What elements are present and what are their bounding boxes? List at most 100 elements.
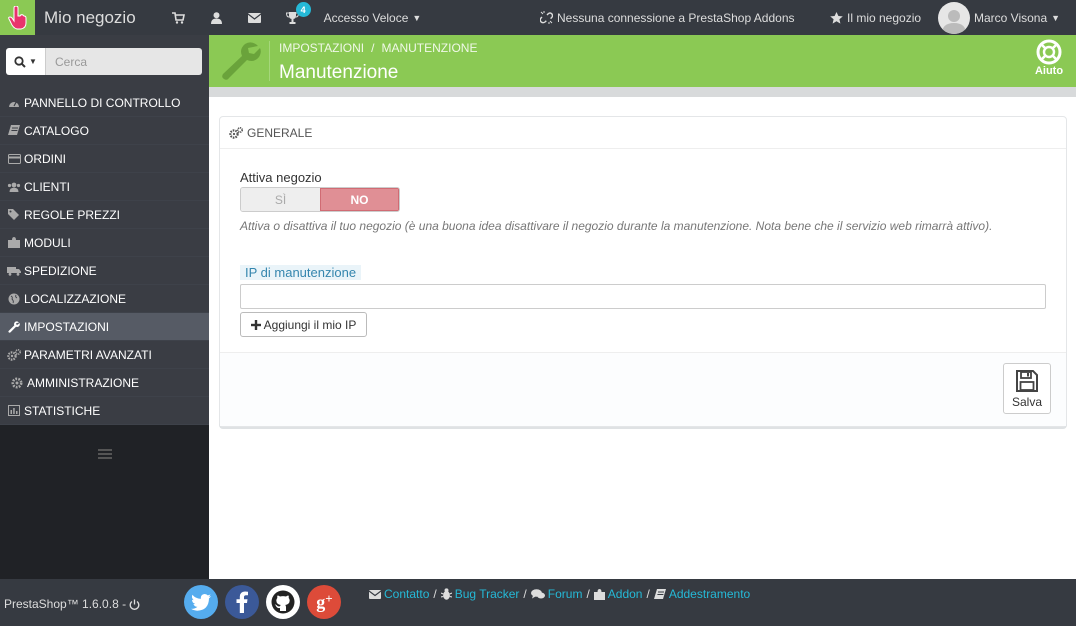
my-shop-label: Il mio negozio [847, 10, 922, 25]
quick-access-label: Accesso Veloce [323, 10, 409, 25]
switch-no-option[interactable]: NO [319, 188, 399, 211]
footer-links: Contatto / Bug Tracker / Forum / Addon /… [369, 587, 750, 601]
sidebar-item-label: STATISTICHE [24, 403, 101, 418]
quick-access-menu[interactable]: Accesso Veloce ▼ [324, 11, 422, 25]
addons-link-text[interactable]: Addon [608, 587, 643, 601]
link-separator: / [586, 587, 590, 601]
general-panel: GENERALE Attiva negozio SÌ NO Attiva o d… [219, 116, 1067, 427]
twitter-button[interactable] [184, 585, 218, 619]
sidebar-item-label: MODULI [24, 235, 71, 250]
globe-icon [7, 292, 21, 306]
breadcrumb: IMPOSTAZIONI / MANUTENZIONE [279, 41, 477, 55]
cogs-icon [229, 126, 243, 139]
messages-button[interactable] [236, 0, 274, 35]
orders-cart-button[interactable] [160, 0, 198, 35]
version-text: PrestaShop™ 1.6.0.8 - [4, 597, 127, 611]
training-link[interactable]: Addestramento [653, 587, 750, 601]
save-label: Salva [1011, 394, 1043, 409]
sidebar-item-localization[interactable]: LOCALIZZAZIONE [0, 285, 209, 313]
book-icon [653, 588, 666, 599]
caret-down-icon: ▼ [412, 12, 422, 23]
save-button[interactable]: Salva [1003, 363, 1051, 414]
contact-link[interactable]: Contatto [369, 587, 429, 601]
addons-link[interactable]: Addon [593, 587, 643, 601]
breadcrumb-item-maintenance[interactable]: MANUTENZIONE [381, 41, 477, 55]
sidebar-search-area: ▼ Cerca [0, 35, 209, 89]
switch-yes-option[interactable]: SÌ [241, 188, 320, 211]
help-button[interactable]: Aiuto [1031, 39, 1067, 77]
sidebar: ▼ Cerca PANNELLO DI CONTROLLO CATALOGO O… [0, 35, 209, 579]
forum-link[interactable]: Forum [530, 587, 583, 601]
book-icon [7, 124, 21, 138]
prestashop-logo[interactable] [0, 0, 35, 35]
addons-status-text: Nessuna connessione a PrestaShop Addons [557, 10, 795, 25]
sidebar-item-modules[interactable]: MODULI [0, 229, 209, 257]
caret-down-icon: ▼ [1051, 12, 1061, 23]
github-button[interactable] [266, 585, 300, 619]
puzzle-icon [593, 588, 605, 600]
users-icon [7, 180, 21, 194]
sidebar-item-label: AMMINISTRAZIONE [27, 375, 140, 390]
google-plus-button[interactable]: g + [307, 585, 341, 619]
avatar-silhouette-icon [942, 9, 966, 34]
bug-icon [440, 588, 452, 600]
credit-card-icon [7, 152, 21, 166]
sidebar-item-orders[interactable]: ORDINI [0, 145, 209, 173]
sidebar-item-administration[interactable]: AMMINISTRAZIONE [0, 369, 209, 397]
sidebar-item-customers[interactable]: CLIENTI [0, 173, 209, 201]
addons-connection-link[interactable]: Nessuna connessione a PrestaShop Addons [540, 0, 795, 35]
breadcrumb-item-settings[interactable]: IMPOSTAZIONI [279, 41, 364, 55]
contact-link-text[interactable]: Contatto [384, 587, 429, 601]
bug-tracker-link[interactable]: Bug Tracker [440, 587, 520, 601]
gear-icon [10, 376, 24, 390]
sidebar-item-label: LOCALIZZAZIONE [24, 291, 127, 306]
my-shop-link[interactable]: Il mio negozio [830, 0, 921, 35]
sidebar-item-dashboard[interactable]: PANNELLO DI CONTROLLO [0, 89, 209, 117]
maintenance-ip-input[interactable] [240, 284, 1046, 309]
avatar [938, 1, 970, 34]
forum-link-text[interactable]: Forum [548, 587, 583, 601]
menu-bars-icon [97, 449, 112, 459]
envelope-icon [369, 589, 381, 599]
breadcrumb-separator: / [371, 41, 375, 55]
sidebar-item-label: PANNELLO DI CONTROLLO [24, 95, 181, 110]
shop-title[interactable]: Mio negozio [44, 8, 136, 28]
achievements-button[interactable]: 4 [274, 0, 312, 35]
plus-icon [250, 319, 261, 330]
sidebar-menu: PANNELLO DI CONTROLLO CATALOGO ORDINI CL… [0, 89, 209, 425]
version-info: PrestaShop™ 1.6.0.8 - [4, 597, 140, 611]
sidebar-item-stats[interactable]: STATISTICHE [0, 397, 209, 425]
user-menu[interactable]: Marco Visona ▼ [938, 0, 1060, 35]
add-my-ip-label: Aggiungi il mio IP [263, 317, 357, 332]
caret-down-icon: ▼ [29, 57, 37, 66]
sidebar-collapse-toggle[interactable] [0, 425, 209, 485]
github-icon [271, 590, 295, 614]
cart-icon [172, 11, 186, 24]
link-separator: / [646, 587, 650, 601]
sidebar-item-label: IMPOSTAZIONI [24, 319, 110, 334]
sidebar-item-label: CATALOGO [24, 123, 89, 138]
sidebar-item-advanced-parameters[interactable]: PARAMETRI AVANZATI [0, 341, 209, 369]
sidebar-item-label: ORDINI [24, 151, 66, 166]
search-icon [14, 55, 26, 68]
bar-chart-icon [7, 404, 21, 418]
top-header: Mio negozio 4 Accesso Veloce ▼ Nessuna c… [0, 0, 1076, 35]
customers-button[interactable] [198, 0, 236, 35]
search-type-button[interactable]: ▼ [6, 48, 46, 75]
bug-tracker-link-text[interactable]: Bug Tracker [455, 587, 520, 601]
sidebar-item-price-rules[interactable]: REGOLE PREZZI [0, 201, 209, 229]
sidebar-item-catalog[interactable]: CATALOGO [0, 117, 209, 145]
sidebar-item-settings[interactable]: IMPOSTAZIONI [0, 313, 209, 341]
panel-heading-label: GENERALE [247, 125, 313, 140]
enable-shop-switch: SÌ NO [240, 187, 400, 212]
training-link-text[interactable]: Addestramento [669, 587, 750, 601]
panel-heading: GENERALE [220, 117, 1066, 149]
search-input[interactable]: Cerca [46, 48, 202, 75]
header-divider [269, 41, 270, 81]
add-my-ip-button[interactable]: Aggiungi il mio IP [240, 312, 367, 337]
sidebar-item-shipping[interactable]: SPEDIZIONE [0, 257, 209, 285]
search-form: ▼ Cerca [6, 48, 202, 75]
facebook-button[interactable] [225, 585, 259, 619]
envelope-icon [248, 12, 262, 23]
power-icon [129, 599, 140, 610]
